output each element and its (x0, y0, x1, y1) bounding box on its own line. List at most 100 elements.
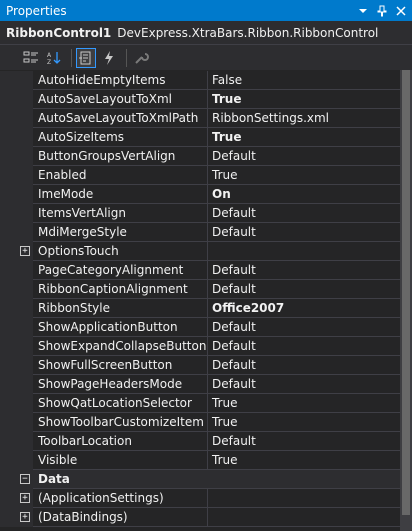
property-name: ShowApplicationButton (33, 318, 208, 337)
svg-text:A: A (47, 52, 52, 59)
property-value[interactable]: Default (208, 204, 400, 223)
dropdown-icon[interactable] (355, 3, 371, 19)
property-value[interactable]: Default (208, 356, 400, 375)
scrollbar-thumb[interactable] (402, 70, 410, 515)
property-name: AutoHideEmptyItems (33, 71, 208, 90)
vertical-scrollbar[interactable] (400, 70, 412, 531)
property-row[interactable]: ShowApplicationButton Default (0, 318, 400, 337)
row-gutter (0, 299, 33, 318)
properties-view-icon[interactable] (76, 47, 96, 68)
property-value[interactable] (208, 508, 400, 527)
property-row[interactable]: ShowFullScreenButton Default (0, 356, 400, 375)
row-gutter (0, 90, 33, 109)
property-value[interactable]: True (208, 451, 400, 470)
expand-icon[interactable]: + (20, 512, 30, 522)
property-pages-wrench-icon[interactable] (131, 48, 151, 68)
expand-icon[interactable]: + (20, 246, 30, 256)
pin-icon[interactable] (374, 3, 390, 19)
property-value[interactable]: Default (208, 375, 400, 394)
property-value[interactable]: True (208, 128, 400, 147)
expand-icon[interactable]: − (20, 474, 30, 484)
property-row[interactable]: PageCategoryAlignment Default (0, 261, 400, 280)
row-gutter (0, 280, 33, 299)
properties-title-bar: Properties (0, 0, 412, 21)
property-row[interactable]: AutoSizeItems True (0, 128, 400, 147)
property-name: AutoSaveLayoutToXml (33, 90, 208, 109)
property-row[interactable]: ButtonGroupsVertAlign Default (0, 147, 400, 166)
row-gutter (0, 432, 33, 451)
property-row[interactable]: AutoSaveLayoutToXmlPath RibbonSettings.xm… (0, 109, 400, 128)
property-name: ShowPageHeadersMode (33, 375, 208, 394)
property-row[interactable]: ShowToolbarCustomizeItem True (0, 413, 400, 432)
row-gutter (0, 109, 33, 128)
property-row[interactable]: MdiMergeStyle Default (0, 223, 400, 242)
property-row[interactable]: + OptionsTouch (0, 242, 400, 261)
row-gutter (0, 394, 33, 413)
property-name: PageCategoryAlignment (33, 261, 208, 280)
property-row[interactable]: + (ApplicationSettings) (0, 489, 400, 508)
property-row[interactable]: ImeMode On (0, 185, 400, 204)
property-name: AutoSizeItems (33, 128, 208, 147)
property-value[interactable]: True (208, 90, 400, 109)
category-row[interactable]: − Data (0, 470, 400, 489)
row-gutter (0, 451, 33, 470)
alphabetical-sort-icon[interactable]: A Z (44, 48, 64, 68)
property-row[interactable]: ShowExpandCollapseButton Default (0, 337, 400, 356)
property-name: ShowToolbarCustomizeItem (33, 413, 208, 432)
property-value[interactable]: True (208, 413, 400, 432)
property-value[interactable]: RibbonSettings.xml (208, 109, 400, 128)
property-value[interactable]: Default (208, 318, 400, 337)
property-name: ImeMode (33, 185, 208, 204)
property-row[interactable]: + (DataBindings) (0, 508, 400, 527)
properties-toolbar: A Z (0, 45, 412, 70)
property-value[interactable]: True (208, 394, 400, 413)
object-selector[interactable]: RibbonControl1 DevExpress.XtraBars.Ribbo… (0, 21, 412, 45)
property-row[interactable]: ShowPageHeadersMode Default (0, 375, 400, 394)
property-row[interactable]: RibbonStyle Office2007 (0, 299, 400, 318)
svg-text:Z: Z (47, 59, 51, 66)
window-title: Properties (6, 3, 67, 18)
property-value[interactable]: On (208, 185, 400, 204)
property-value[interactable]: Default (208, 280, 400, 299)
events-lightning-icon[interactable] (99, 48, 119, 68)
property-row[interactable]: Visible True (0, 451, 400, 470)
row-gutter (0, 223, 33, 242)
property-row[interactable]: Enabled True (0, 166, 400, 185)
property-name: OptionsTouch (33, 242, 208, 261)
property-row[interactable]: AutoHideEmptyItems False (0, 71, 400, 90)
property-row[interactable]: ItemsVertAlign Default (0, 204, 400, 223)
property-value[interactable] (208, 489, 400, 508)
row-gutter (0, 337, 33, 356)
property-name: (DataBindings) (33, 508, 208, 527)
property-row[interactable]: ShowQatLocationSelector True (0, 394, 400, 413)
property-grid: AutoHideEmptyItems False AutoSaveLayoutToX… (0, 71, 412, 531)
row-gutter: − (0, 470, 33, 489)
property-name: Enabled (33, 166, 208, 185)
expand-icon[interactable]: + (20, 493, 30, 503)
property-value[interactable]: True (208, 166, 400, 185)
property-value[interactable]: Default (208, 223, 400, 242)
property-name: Visible (33, 451, 208, 470)
row-gutter (0, 261, 33, 280)
property-row[interactable]: RibbonCaptionAlignment Default (0, 280, 400, 299)
property-row[interactable]: AutoSaveLayoutToXml True (0, 90, 400, 109)
property-name: ShowExpandCollapseButton (33, 337, 208, 356)
row-gutter (0, 147, 33, 166)
object-type: DevExpress.XtraBars.Ribbon.RibbonControl (117, 25, 379, 40)
property-value[interactable]: Default (208, 261, 400, 280)
row-gutter (0, 204, 33, 223)
row-gutter (0, 185, 33, 204)
property-value[interactable] (208, 242, 400, 261)
property-value[interactable]: False (208, 71, 400, 90)
close-icon[interactable] (393, 3, 409, 19)
property-row[interactable]: ToolbarLocation Default (0, 432, 400, 451)
property-name: AutoSaveLayoutToXmlPath (33, 109, 208, 128)
property-value[interactable]: Default (208, 432, 400, 451)
property-name: MdiMergeStyle (33, 223, 208, 242)
row-gutter: + (0, 508, 33, 527)
property-value[interactable]: Default (208, 147, 400, 166)
property-value[interactable]: Office2007 (208, 299, 400, 318)
categorized-icon[interactable] (21, 48, 41, 68)
row-gutter (0, 166, 33, 185)
property-value[interactable]: Default (208, 337, 400, 356)
